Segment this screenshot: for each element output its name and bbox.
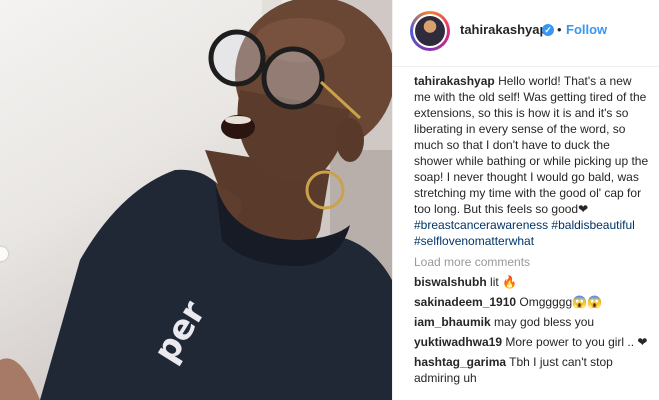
hashtag-link[interactable]: #baldisbeautiful [551,218,634,232]
comment-username[interactable]: iam_bhaumik [414,315,491,329]
header-separator: • [557,22,562,37]
comment-text: Omggggg😱😱 [519,295,603,309]
comment-item: hashtag_garima Tbh I just can't stop adm… [414,354,650,386]
comment-username[interactable]: hashtag_garima [414,355,506,369]
comment-item: yuktiwadhwa19 More power to you girl .. … [414,334,650,350]
caption-text: Hello world! That's a new me with the ol… [414,74,649,216]
post-header: tahirakashyap ✓ • Follow [393,0,659,67]
author-username[interactable]: tahirakashyap [460,22,547,37]
post-photo[interactable]: per [0,0,392,400]
avatar-image [415,16,445,46]
verified-badge-icon: ✓ [542,24,554,36]
comment-username[interactable]: yuktiwadhwa19 [414,335,502,349]
caption-username[interactable]: tahirakashyap [414,74,495,88]
comment-username[interactable]: biswalshubh [414,275,487,289]
avatar[interactable] [410,11,450,51]
comment-username[interactable]: sakinadeem_1910 [414,295,516,309]
caption: tahirakashyap Hello world! That's a new … [414,73,650,249]
comment-item: sakinadeem_1910 Omggggg😱😱 [414,294,650,310]
post-comments-area: tahirakashyap Hello world! That's a new … [414,73,650,386]
comment-item: biswalshubh lit 🔥 [414,274,650,290]
avatar-frame [413,14,447,48]
comment-item: iam_bhaumik may god bless you [414,314,650,330]
comment-text: More power to you girl .. ❤ [505,335,648,349]
follow-button[interactable]: Follow [566,22,607,37]
hashtag-link[interactable]: #breastcancerawareness [414,218,548,232]
load-more-comments-button[interactable]: Load more comments [414,254,650,270]
post-photo-illustration: per [0,0,392,400]
comment-text: lit 🔥 [490,275,517,289]
comment-text: may god bless you [494,315,595,329]
hashtag-link[interactable]: #selflovenomatterwhat [414,234,534,248]
